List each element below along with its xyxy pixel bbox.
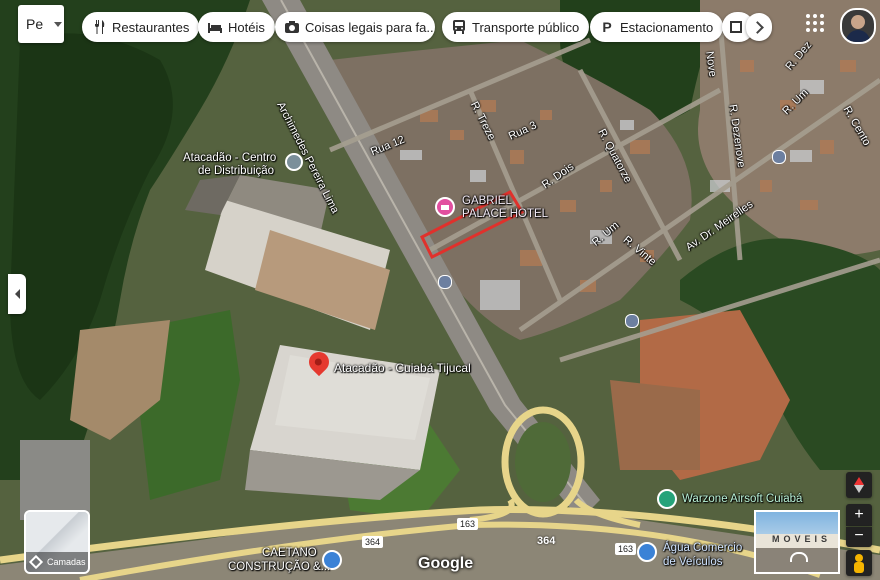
zoom-out-button[interactable]: − (846, 527, 872, 547)
shop-pin-icon-agua[interactable] (637, 542, 657, 562)
highway-shield-364: 364 (537, 535, 556, 547)
highway-shield-163: 163 (615, 543, 637, 555)
chip-parking[interactable]: P Estacionamento (590, 12, 724, 42)
bed-icon (208, 21, 222, 33)
chip-restaurants-label: Restaurantes (112, 19, 190, 35)
search-box[interactable]: Pe (18, 5, 64, 43)
minus-icon: − (854, 527, 864, 544)
bus-stop-icon[interactable] (772, 150, 786, 164)
collapse-panel-button[interactable] (8, 274, 26, 314)
chips-next-button[interactable] (746, 13, 772, 41)
parking-icon: P (602, 19, 612, 35)
apps-grid-icon[interactable] (806, 14, 824, 32)
street-view-preview[interactable]: MOVEIS (754, 510, 840, 574)
storefront-sign: MOVEIS (772, 534, 832, 544)
bus-icon (452, 20, 466, 34)
atacadao-cd-label-2[interactable]: de Distribuição (198, 165, 274, 177)
pegman-icon (855, 554, 863, 562)
caetano-label-2[interactable]: CONSTRUÇÃO &... (228, 561, 330, 573)
highway-shield-163: 163 (457, 518, 479, 530)
avatar[interactable] (840, 8, 876, 44)
chip-public-transport[interactable]: Transporte público (442, 12, 590, 42)
fork-knife-icon (92, 20, 106, 34)
layers-button[interactable]: Camadas (24, 510, 90, 574)
bus-stop-icon[interactable] (438, 275, 452, 289)
plus-icon: + (854, 506, 864, 523)
dropdown-arrow-icon[interactable] (54, 21, 62, 27)
layers-label: Camadas (47, 557, 86, 567)
atacadao-cd-label-1[interactable]: Atacadão - Centro (183, 152, 276, 164)
chevron-left-icon (14, 289, 20, 299)
search-input[interactable]: Pe (18, 16, 52, 32)
gabriel-hotel-label-2[interactable]: PALACE HOTEL (462, 208, 548, 220)
chip-restaurants[interactable]: Restaurantes (82, 12, 200, 42)
gabriel-hotel-label-1[interactable]: GABRIEL (462, 195, 512, 207)
camera-icon (285, 21, 299, 33)
chip-things-to-do-label: Coisas legais para fa... (305, 19, 435, 35)
chip-parking-label: Estacionamento (620, 19, 714, 35)
chip-hotels-label: Hotéis (228, 19, 265, 35)
warzone-pin-icon[interactable] (657, 489, 677, 509)
pegman-button[interactable] (846, 550, 872, 576)
hospital-icon (730, 21, 742, 33)
compass-button[interactable] (846, 472, 872, 498)
compass-icon (854, 477, 864, 485)
atacadao-tijucal-label[interactable]: Atacadão - Cuiabá Tijucal (334, 361, 471, 375)
caetano-label-1[interactable]: CAETANO (262, 547, 317, 559)
chip-hotels[interactable]: Hotéis (198, 12, 275, 42)
highway-shield-364: 364 (362, 536, 384, 548)
google-logo: Google (418, 555, 474, 572)
chip-things-to-do[interactable]: Coisas legais para fa... (275, 12, 435, 42)
layers-icon (28, 554, 44, 570)
bus-stop-icon[interactable] (625, 314, 639, 328)
zoom-in-button[interactable]: + (846, 504, 872, 526)
agua-label-2[interactable]: de Veículos (663, 556, 722, 568)
chip-public-transport-label: Transporte público (472, 19, 580, 35)
chevron-right-icon (751, 20, 764, 34)
agua-label-1[interactable]: Água Comercio (663, 542, 742, 554)
warzone-label[interactable]: Warzone Airsoft Cuiabá (682, 493, 802, 505)
hotel-pin-icon[interactable] (435, 197, 455, 217)
